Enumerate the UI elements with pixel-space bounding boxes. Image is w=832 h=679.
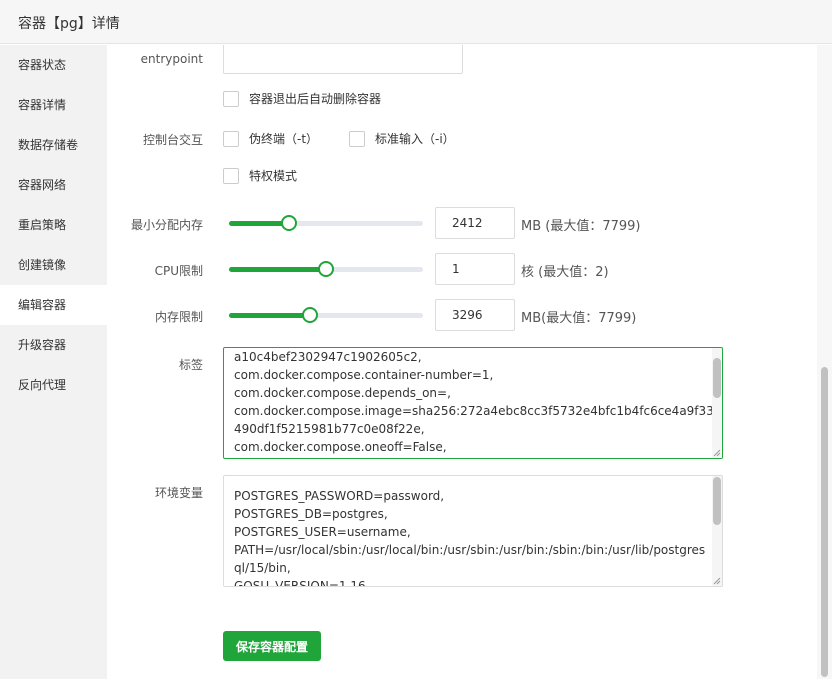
page-scrollbar-thumb[interactable] bbox=[821, 367, 828, 677]
labels-line: com.docker.compose.image=sha256:272a4ebc… bbox=[234, 404, 723, 418]
min-memory-unit: MB (最大值：7799) bbox=[521, 219, 641, 234]
labels-line: 490df1f5215981b77c0e08f22e, bbox=[234, 422, 425, 436]
sidebar-item-reverse-proxy[interactable]: 反向代理 bbox=[0, 365, 107, 405]
env-line: POSTGRES_PASSWORD=password, bbox=[234, 489, 445, 503]
console-label: 控制台交互 bbox=[142, 133, 203, 147]
cpu-limit-slider[interactable] bbox=[229, 259, 423, 279]
env-label: 环境变量 bbox=[154, 486, 203, 500]
scrollbar-thumb[interactable] bbox=[713, 358, 721, 398]
sidebar-item-network[interactable]: 容器网络 bbox=[0, 165, 107, 205]
env-line: POSTGRES_USER=username, bbox=[234, 525, 411, 539]
sidebar-item-restart-policy[interactable]: 重启策略 bbox=[0, 205, 107, 245]
env-line: ql/15/bin, bbox=[234, 561, 291, 575]
checkbox-box bbox=[223, 167, 239, 184]
scrollbar-thumb[interactable] bbox=[713, 477, 721, 525]
env-textarea[interactable]: POSTGRES_PASSWORD=password, POSTGRES_DB=… bbox=[223, 475, 723, 587]
auto-remove-checkbox[interactable]: 容器退出后自动删除容器 bbox=[223, 90, 381, 107]
page-scrollbar[interactable] bbox=[817, 45, 832, 679]
env-line: PATH=/usr/local/sbin:/usr/local/bin:/usr… bbox=[234, 543, 706, 557]
slider-handle[interactable] bbox=[281, 215, 298, 231]
labels-line: com.docker.compose.container-number=1, bbox=[234, 368, 494, 382]
slider-fill bbox=[229, 313, 311, 318]
checkbox-box bbox=[223, 130, 239, 147]
sidebar-item-container-details[interactable]: 容器详情 bbox=[0, 85, 107, 125]
sidebar-item-volumes[interactable]: 数据存储卷 bbox=[0, 125, 107, 165]
env-line: GOSU_VERSION=1.16, bbox=[234, 579, 370, 587]
checkbox-box bbox=[349, 130, 365, 147]
sidebar-item-upgrade-container[interactable]: 升级容器 bbox=[0, 325, 107, 365]
min-memory-label: 最小分配内存 bbox=[130, 218, 203, 232]
tty-checkbox[interactable]: 伪终端（-t） bbox=[223, 130, 318, 147]
auto-remove-label: 容器退出后自动删除容器 bbox=[249, 92, 382, 106]
mem-limit-label: 内存限制 bbox=[154, 310, 203, 324]
entrypoint-input[interactable] bbox=[223, 45, 463, 74]
tty-label: 伪终端（-t） bbox=[249, 132, 319, 146]
mem-limit-unit: MB(最大值：7799) bbox=[521, 311, 637, 326]
dialog-title: 容器【pg】详情 bbox=[18, 16, 120, 32]
cpu-limit-unit: 核 (最大值：2) bbox=[521, 265, 609, 280]
labels-line: com.docker.compose.oneoff=False, bbox=[234, 440, 447, 454]
slider-handle[interactable] bbox=[302, 307, 319, 323]
slider-handle[interactable] bbox=[318, 261, 334, 277]
env-scrollbar[interactable] bbox=[712, 476, 722, 586]
resize-grip-icon[interactable] bbox=[713, 577, 721, 585]
privileged-label: 特权模式 bbox=[249, 169, 298, 183]
sidebar-item-container-status[interactable]: 容器状态 bbox=[0, 45, 107, 85]
mem-limit-slider[interactable] bbox=[229, 305, 423, 325]
save-container-config-button[interactable]: 保存容器配置 bbox=[223, 631, 321, 661]
slider-fill bbox=[229, 221, 290, 226]
labels-textarea[interactable]: a10c4bef2302947c1902605c2, com.docker.co… bbox=[223, 347, 723, 459]
sidebar-item-edit-container[interactable]: 编辑容器 bbox=[0, 285, 107, 325]
edit-container-form: entrypoint 容器退出后自动删除容器 控制台交互 伪终端（-t） 标准输… bbox=[107, 45, 817, 679]
checkbox-box bbox=[223, 90, 239, 107]
cpu-limit-input[interactable] bbox=[435, 253, 515, 285]
env-line: POSTGRES_DB=postgres, bbox=[234, 507, 388, 521]
stdin-checkbox[interactable]: 标准输入（-i） bbox=[349, 130, 455, 147]
slider-fill bbox=[229, 267, 326, 272]
cpu-limit-label: CPU限制 bbox=[154, 264, 203, 278]
dialog-titlebar: 容器【pg】详情 bbox=[0, 0, 832, 44]
resize-grip-icon[interactable] bbox=[713, 449, 721, 457]
privileged-checkbox[interactable]: 特权模式 bbox=[223, 167, 297, 184]
labels-line: a10c4bef2302947c1902605c2, bbox=[234, 350, 422, 364]
min-memory-slider[interactable] bbox=[229, 213, 423, 233]
mem-limit-input[interactable] bbox=[435, 299, 515, 331]
entrypoint-label: entrypoint bbox=[140, 52, 203, 66]
sidebar: 容器状态 容器详情 数据存储卷 容器网络 重启策略 创建镜像 编辑容器 升级容器… bbox=[0, 45, 107, 679]
sidebar-item-create-image[interactable]: 创建镜像 bbox=[0, 245, 107, 285]
min-memory-input[interactable] bbox=[435, 207, 515, 239]
labels-line: com.docker.compose.depends_on=, bbox=[234, 386, 451, 400]
labels-label: 标签 bbox=[178, 358, 203, 372]
labels-scrollbar[interactable] bbox=[712, 348, 722, 458]
stdin-label: 标准输入（-i） bbox=[375, 132, 455, 146]
